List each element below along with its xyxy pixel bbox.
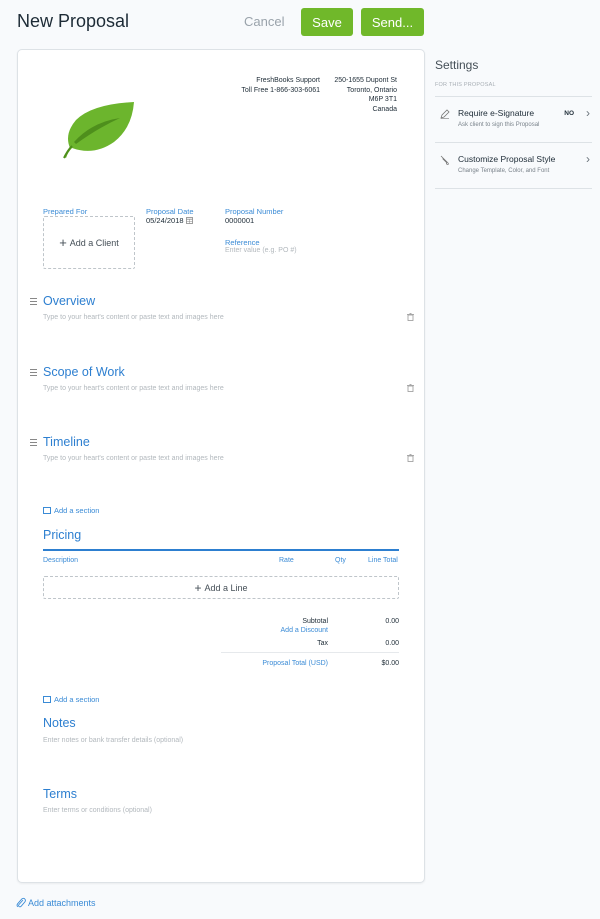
add-attachments-label: Add attachments [28,897,96,908]
column-description: Description [43,557,79,564]
settings-divider [435,188,592,189]
cancel-button[interactable]: Cancel [244,14,284,29]
add-section-link[interactable]: Add a section [43,506,99,515]
drag-handle-icon[interactable] [30,439,37,446]
section-timeline: Timeline Type to your heart's content or… [30,435,414,465]
address-line1: 250-1655 Dupont St [334,77,397,84]
add-attachments-link[interactable]: Add attachments [16,897,96,908]
company-name: FreshBooks Support [256,77,320,84]
paperclip-icon [16,897,26,908]
company-contact[interactable]: FreshBooks Support Toll Free 1-866-303-6… [241,76,320,95]
page-title: New Proposal [17,11,130,31]
plus-icon: + [59,235,67,250]
setting-subtitle: Ask client to sign this Proposal [458,122,540,128]
drag-handle-icon[interactable] [30,369,37,376]
setting-require-esignature[interactable]: Require e-Signature Ask client to sign t… [435,96,592,142]
reference-label: Reference [225,238,260,247]
send-button[interactable]: Send... [361,8,424,36]
setting-title: Require e-Signature [458,108,535,118]
terms-input[interactable]: Enter terms or conditions (optional) [43,807,152,814]
prepared-for-label: Prepared For [43,207,88,216]
notes-input[interactable]: Enter notes or bank transfer details (op… [43,737,183,744]
address-postal: M6P 3T1 [368,96,397,103]
settings-title: Settings [435,58,479,72]
section-body-input[interactable]: Type to your heart's content or paste te… [43,455,224,462]
trash-icon[interactable] [407,454,414,462]
add-section-icon [43,507,51,514]
add-section-label: Add a section [54,695,100,704]
plus-icon: + [194,580,202,595]
drag-handle-icon[interactable] [30,298,37,305]
leaf-icon[interactable] [58,98,138,160]
add-client-button[interactable]: + Add a Client [43,216,135,269]
column-qty: Qty [335,557,346,564]
pen-icon [440,109,450,119]
proposal-number-label: Proposal Number [225,207,284,216]
company-phone: Toll Free 1-866-303-6061 [241,86,320,94]
setting-subtitle: Change Template, Color, and Font [458,168,550,174]
section-body-input[interactable]: Type to your heart's content or paste te… [43,385,224,392]
add-client-label: Add a Client [69,237,119,248]
proposal-total-label[interactable]: Proposal Total (USD) [262,660,328,667]
settings-subtitle: FOR THIS PROPOSAL [435,82,496,88]
column-rate: Rate [279,557,294,564]
proposal-date-field[interactable]: 05/24/2018 [146,216,193,225]
add-section-link[interactable]: Add a section [43,695,99,704]
section-title[interactable]: Scope of Work [43,365,125,379]
notes-title: Notes [43,716,76,730]
add-section-icon [43,696,51,703]
brush-icon [440,155,449,165]
trash-icon[interactable] [407,384,414,392]
tax-label: Tax [317,640,328,647]
chevron-right-icon: › [586,106,590,120]
calendar-icon[interactable] [185,217,193,224]
section-title[interactable]: Timeline [43,435,90,449]
address-line2: Toronto, Ontario [346,86,397,94]
setting-title: Customize Proposal Style [458,154,556,164]
totals-divider [221,652,399,653]
proposal-date-value: 05/24/2018 [146,216,184,225]
proposal-date-label: Proposal Date [146,207,194,216]
section-title[interactable]: Overview [43,294,95,308]
add-section-label: Add a section [54,506,100,515]
save-button[interactable]: Save [301,8,353,36]
proposal-document: FreshBooks Support Toll Free 1-866-303-6… [17,49,425,883]
add-line-label: Add a Line [204,582,248,593]
section-scope-of-work: Scope of Work Type to your heart's conte… [30,365,414,395]
subtotal-value: 0.00 [385,618,399,625]
trash-icon[interactable] [407,313,414,321]
reference-input[interactable]: Enter value (e.g. PO #) [225,247,297,254]
setting-customize-style[interactable]: Customize Proposal Style Change Template… [435,142,592,188]
pricing-title: Pricing [43,528,82,542]
esignature-status: NO [564,110,574,117]
tax-value: 0.00 [385,640,399,647]
section-overview: Overview Type to your heart's content or… [30,294,414,324]
terms-title: Terms [43,787,78,801]
proposal-number-value[interactable]: 0000001 [225,216,254,225]
proposal-total-value: $0.00 [381,660,399,667]
add-line-button[interactable]: + Add a Line [43,576,399,599]
company-address[interactable]: 250-1655 Dupont St Toronto, Ontario M6P … [334,76,397,114]
pricing-divider [43,549,399,551]
section-body-input[interactable]: Type to your heart's content or paste te… [43,314,224,321]
address-country: Canada [372,105,397,113]
column-line-total: Line Total [368,557,398,564]
chevron-right-icon: › [586,152,590,166]
add-discount-link[interactable]: Add a Discount [281,627,328,634]
subtotal-label: Subtotal [302,618,328,625]
